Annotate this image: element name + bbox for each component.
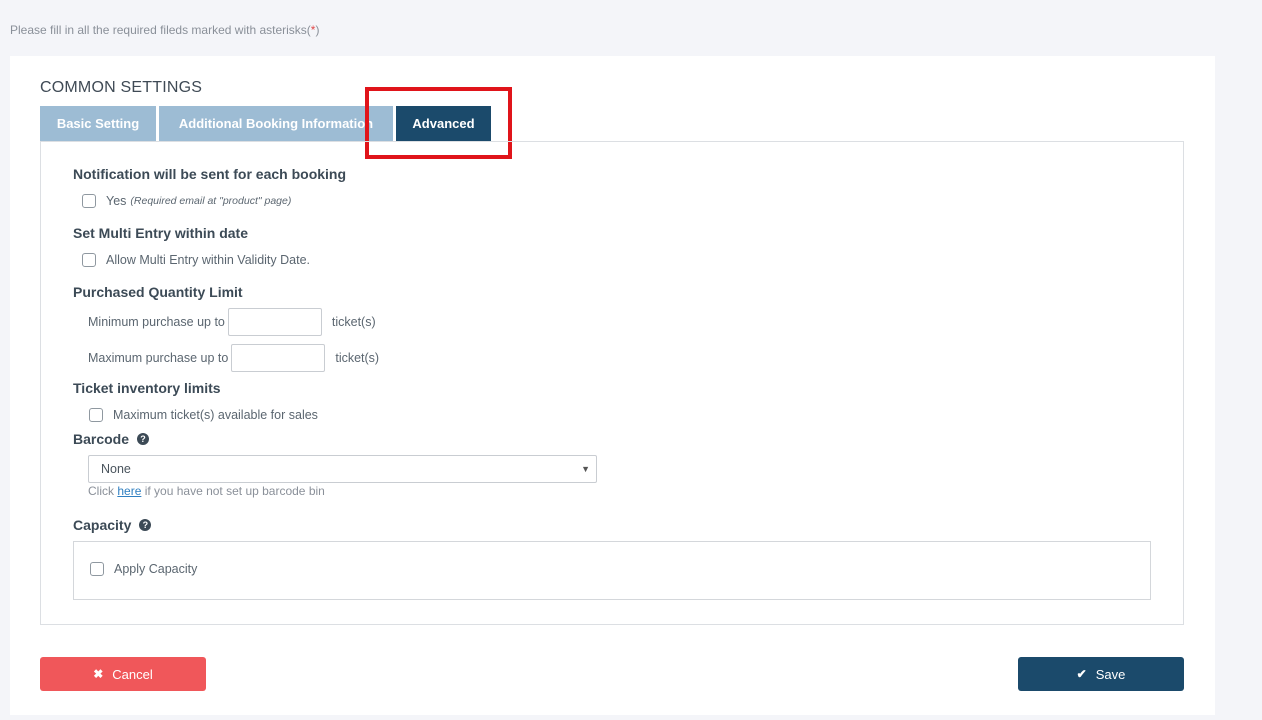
capacity-checkbox-label: Apply Capacity xyxy=(114,562,198,576)
notification-checkbox-label: Yes xyxy=(106,194,127,208)
times-icon: ✖ xyxy=(93,667,104,681)
min-purchase-input[interactable] xyxy=(227,308,322,336)
min-purchase-label: Minimum purchase up to xyxy=(88,315,225,329)
barcode-selected-value: None xyxy=(101,462,131,476)
cancel-label: Cancel xyxy=(112,666,153,682)
min-purchase-row: Minimum purchase up to ticket(s) xyxy=(88,308,376,336)
save-button[interactable]: ✔ Save xyxy=(1018,657,1184,691)
barcode-hint: Click here if you have not set up barcod… xyxy=(88,484,325,498)
settings-card: COMMON SETTINGS Basic Setting Additional… xyxy=(10,56,1215,715)
multi-entry-checkbox[interactable] xyxy=(82,253,96,267)
inventory-row: Maximum ticket(s) available for sales xyxy=(89,408,318,422)
inventory-heading: Ticket inventory limits xyxy=(73,380,221,396)
min-purchase-unit: ticket(s) xyxy=(331,315,376,329)
max-purchase-row: Maximum purchase up to ticket(s) xyxy=(88,344,379,372)
notification-row: Yes (Required email at "product" page) xyxy=(82,194,291,208)
notification-heading: Notification will be sent for each booki… xyxy=(73,166,347,182)
inventory-checkbox[interactable] xyxy=(89,408,103,422)
multi-entry-checkbox-label: Allow Multi Entry within Validity Date. xyxy=(106,253,311,267)
section-title: COMMON SETTINGS xyxy=(40,79,203,96)
check-icon: ✔ xyxy=(1076,667,1087,681)
tab-advanced[interactable]: Advanced xyxy=(396,106,491,141)
tab-basic-setting[interactable]: Basic Setting xyxy=(40,106,156,141)
max-purchase-input[interactable] xyxy=(231,344,326,372)
multi-entry-heading: Set Multi Entry within date xyxy=(73,225,249,241)
capacity-heading: Capacity ? xyxy=(73,517,152,533)
quantity-limit-heading: Purchased Quantity Limit xyxy=(73,284,243,300)
barcode-setup-link[interactable]: here xyxy=(117,484,141,498)
notice-text: Please fill in all the required fileds m… xyxy=(10,23,311,37)
cancel-button[interactable]: ✖ Cancel xyxy=(40,657,206,691)
capacity-row: Apply Capacity xyxy=(90,562,197,576)
notification-note: (Required email at "product" page) xyxy=(130,195,292,207)
inventory-checkbox-label: Maximum ticket(s) available for sales xyxy=(113,408,318,422)
required-fields-notice: Please fill in all the required fileds m… xyxy=(10,23,320,37)
barcode-help-icon[interactable]: ? xyxy=(137,433,150,445)
capacity-checkbox[interactable] xyxy=(90,562,104,576)
chevron-down-icon: ▼ xyxy=(581,464,590,474)
multi-entry-row: Allow Multi Entry within Validity Date. xyxy=(82,253,310,267)
max-purchase-unit: ticket(s) xyxy=(335,351,380,365)
notification-checkbox[interactable] xyxy=(82,194,96,208)
save-label: Save xyxy=(1095,666,1126,682)
barcode-select[interactable]: None ▼ xyxy=(88,455,597,483)
barcode-heading: Barcode ? xyxy=(73,431,150,447)
advanced-panel: Notification will be sent for each booki… xyxy=(40,141,1184,625)
capacity-help-icon[interactable]: ? xyxy=(139,519,152,531)
tab-additional-booking-information[interactable]: Additional Booking Information xyxy=(159,106,393,141)
capacity-box: Apply Capacity xyxy=(73,541,1151,600)
max-purchase-label: Maximum purchase up to xyxy=(88,351,229,365)
